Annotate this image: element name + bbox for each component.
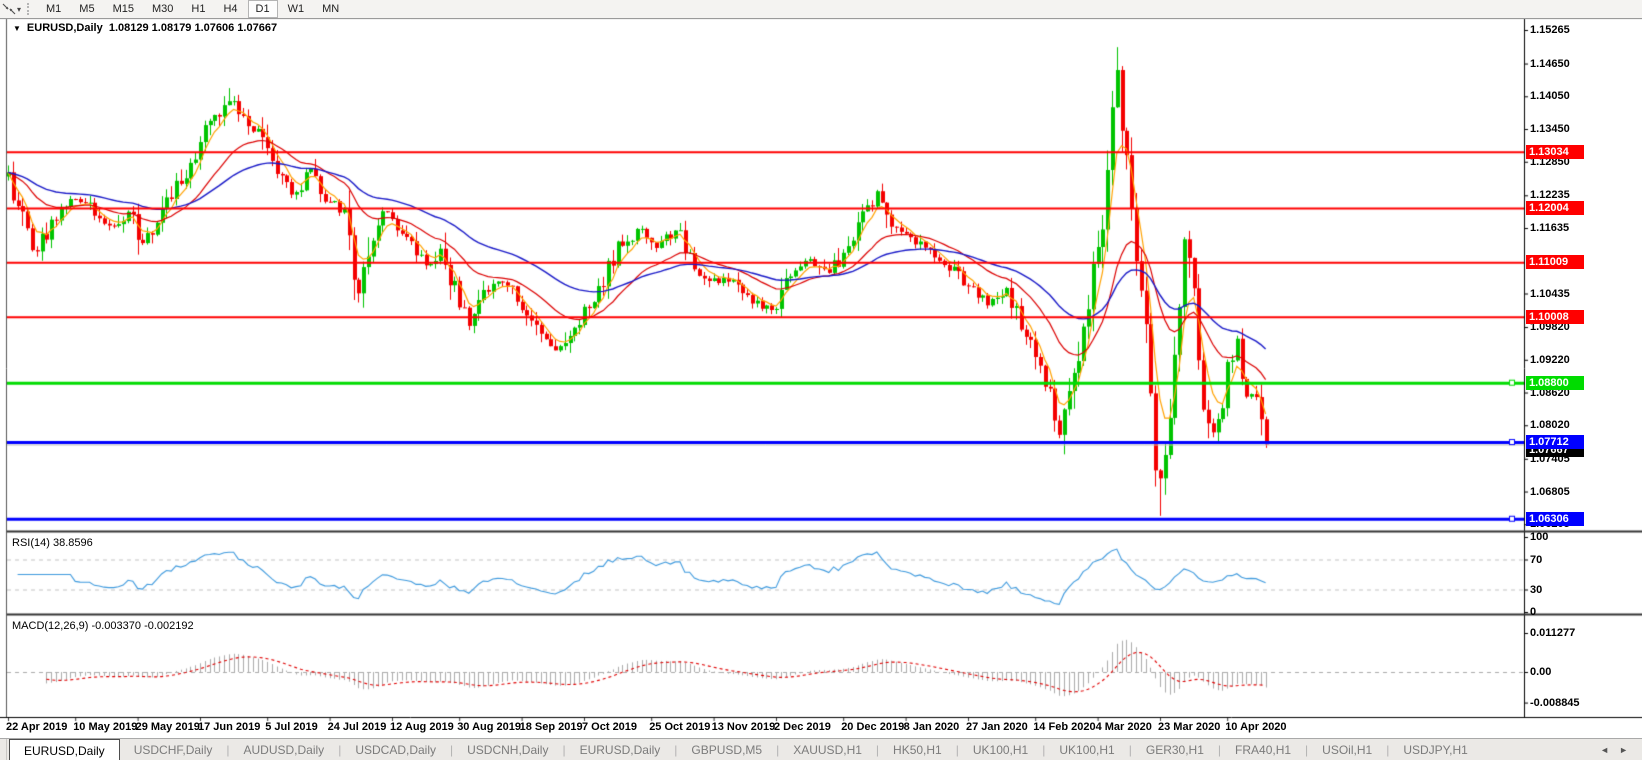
chart-tab-usdcnh-daily[interactable]: USDCNH,Daily bbox=[453, 739, 562, 760]
scroll-left-icon[interactable]: ◄ bbox=[1600, 745, 1609, 755]
hline-price-label[interactable]: 1.13034 bbox=[1526, 145, 1584, 159]
mt4-window: { "toolbar": { "tool_icon": "line-studie… bbox=[0, 0, 1642, 760]
tabbar-grip bbox=[0, 739, 7, 760]
timeframe-button-m15[interactable]: M15 bbox=[105, 0, 142, 18]
chart-symbol-period: EURUSD,Daily bbox=[27, 22, 103, 34]
timeframe-toolbar: ▾ M1M5M15M30H1H4D1W1MN bbox=[0, 0, 1642, 19]
timeframe-button-w1[interactable]: W1 bbox=[280, 0, 313, 18]
chart-tab-uk100-h1[interactable]: UK100,H1 bbox=[959, 739, 1042, 760]
chart-tab-usdjpy-h1[interactable]: USDJPY,H1 bbox=[1389, 739, 1481, 760]
chart-tab-bar: EURUSD,DailyUSDCHF,Daily|AUDUSD,Daily|US… bbox=[0, 738, 1642, 760]
chart-ohlc-values: 1.08129 1.08179 1.07606 1.07667 bbox=[109, 22, 277, 34]
chart-tab-usoil-h1[interactable]: USOil,H1 bbox=[1308, 739, 1386, 760]
timeframe-button-m1[interactable]: M1 bbox=[38, 0, 69, 18]
chart-tab-gbpusd-m5[interactable]: GBPUSD,M5 bbox=[677, 739, 776, 760]
chart-tabs: EURUSD,DailyUSDCHF,Daily|AUDUSD,Daily|US… bbox=[9, 739, 1482, 760]
hline-price-label[interactable]: 1.10008 bbox=[1526, 310, 1584, 324]
chart-canvas[interactable] bbox=[0, 0, 1642, 760]
timeframe-buttons: M1M5M15M30H1H4D1W1MN bbox=[37, 0, 348, 18]
timeframe-button-h4[interactable]: H4 bbox=[215, 0, 245, 18]
scroll-right-icon[interactable]: ► bbox=[1619, 745, 1628, 755]
timeframe-button-m30[interactable]: M30 bbox=[144, 0, 181, 18]
hline-price-label[interactable]: 1.12004 bbox=[1526, 201, 1584, 215]
hline-price-label[interactable]: 1.11009 bbox=[1526, 255, 1584, 269]
chart-tab-xauusd-h1[interactable]: XAUUSD,H1 bbox=[779, 739, 876, 760]
chart-tab-uk100-h1[interactable]: UK100,H1 bbox=[1045, 739, 1128, 760]
tab-scroll-arrows: ◄ ► bbox=[1600, 739, 1642, 760]
timeframe-button-mn[interactable]: MN bbox=[314, 0, 347, 18]
chart-tab-usdchf-daily[interactable]: USDCHF,Daily bbox=[120, 739, 227, 760]
chart-tab-ger30-h1[interactable]: GER30,H1 bbox=[1132, 739, 1218, 760]
chart-tab-fra40-h1[interactable]: FRA40,H1 bbox=[1221, 739, 1305, 760]
timeframe-button-m5[interactable]: M5 bbox=[71, 0, 102, 18]
timeframe-button-d1[interactable]: D1 bbox=[248, 0, 278, 18]
chart-tab-audusd-daily[interactable]: AUDUSD,Daily bbox=[230, 739, 339, 760]
chart-tab-hk50-h1[interactable]: HK50,H1 bbox=[879, 739, 956, 760]
chart-tab-usdcad-daily[interactable]: USDCAD,Daily bbox=[341, 739, 450, 760]
collapse-triangle-icon[interactable]: ▼ bbox=[13, 24, 21, 33]
hline-price-label[interactable]: 1.06306 bbox=[1526, 512, 1584, 526]
chart-tab-eurusd-daily[interactable]: EURUSD,Daily bbox=[566, 739, 675, 760]
chart-title: ▼ EURUSD,Daily 1.08129 1.08179 1.07606 1.… bbox=[13, 22, 277, 34]
chart-tab-eurusd-daily[interactable]: EURUSD,Daily bbox=[9, 739, 120, 760]
timeframe-button-h1[interactable]: H1 bbox=[183, 0, 213, 18]
chevron-down-icon[interactable]: ▾ bbox=[17, 5, 21, 14]
toolbar-grip bbox=[27, 3, 32, 15]
hline-price-label[interactable]: 1.07712 bbox=[1526, 435, 1584, 449]
hline-price-label[interactable]: 1.08800 bbox=[1526, 376, 1584, 390]
line-studies-icon[interactable] bbox=[2, 3, 16, 15]
